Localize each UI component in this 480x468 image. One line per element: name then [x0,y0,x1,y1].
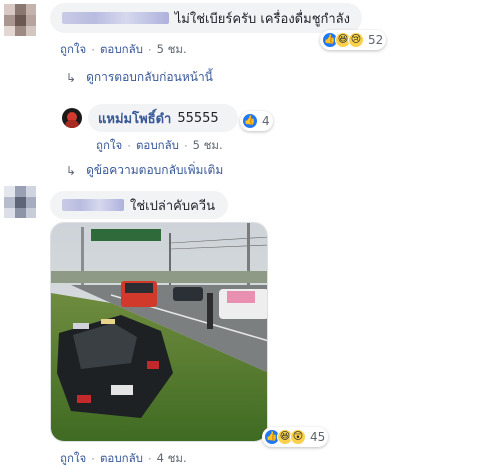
wow-icon: 😲 [290,429,306,445]
reply-author[interactable]: แหม่มโพธิ์ดำ [98,108,171,129]
reaction-count: 52 [368,33,384,47]
timestamp[interactable]: 4 ชม. [157,450,187,468]
reaction-summary[interactable]: 👍 😆 😲 45 [262,427,329,447]
reply-avatar[interactable] [62,108,82,128]
view-more-replies-label[interactable]: ดูข้อความตอบกลับเพิ่มเติม [86,161,223,180]
like-link[interactable]: ถูกใจ [60,450,86,468]
comment-text: ใช่เปล่าคับควีน [130,198,215,214]
reply-actions: ถูกใจ · ตอบกลับ · 5 ชม. [96,137,223,155]
reply-reaction-summary[interactable]: 👍 4 [240,111,273,131]
comment-bubble: ไม่ใช่เบียร์ครับ เครื่องดื่มชูกำลัง [50,3,362,33]
reply-bubble: แหม่มโพธิ์ดำ 55555 [88,104,238,132]
reply-arrow-icon: ↳ [66,70,77,85]
reply-link[interactable]: ตอบกลับ [136,137,179,155]
road-scene-image [51,223,267,441]
reaction-count: 4 [262,114,270,128]
author-name-blurred[interactable] [62,12,169,24]
reaction-count: 45 [310,430,326,444]
reply-text: 55555 [177,110,219,126]
reply-link[interactable]: ตอบกลับ [100,450,143,468]
comment-actions: ถูกใจ · ตอบกลับ · 5 ชม. [60,41,187,59]
reaction-summary[interactable]: 👍 😆 😢 52 [320,30,387,50]
attached-photo[interactable] [50,222,268,442]
reply-arrow-icon: ↳ [66,163,77,178]
author-name-blurred[interactable] [62,199,124,211]
avatar[interactable] [4,4,36,36]
comment-bubble: ใช่เปล่าคับควีน [50,191,228,219]
sad-icon: 😢 [348,32,364,48]
view-more-replies[interactable]: ↳ ดูข้อความตอบกลับเพิ่มเติม [66,161,223,180]
like-icon: 👍 [242,113,258,129]
comment-text: ไม่ใช่เบียร์ครับ เครื่องดื่มชูกำลัง [174,11,350,27]
view-previous-replies-label[interactable]: ดูการตอบกลับก่อนหน้านี้ [86,68,213,87]
like-link[interactable]: ถูกใจ [60,41,86,59]
timestamp[interactable]: 5 ชม. [157,41,187,59]
reply-link[interactable]: ตอบกลับ [100,41,143,59]
like-link[interactable]: ถูกใจ [96,137,122,155]
view-previous-replies[interactable]: ↳ ดูการตอบกลับก่อนหน้านี้ [66,68,213,87]
timestamp[interactable]: 5 ชม. [193,137,223,155]
comment-actions: ถูกใจ · ตอบกลับ · 4 ชม. [60,450,187,468]
avatar[interactable] [4,186,36,218]
